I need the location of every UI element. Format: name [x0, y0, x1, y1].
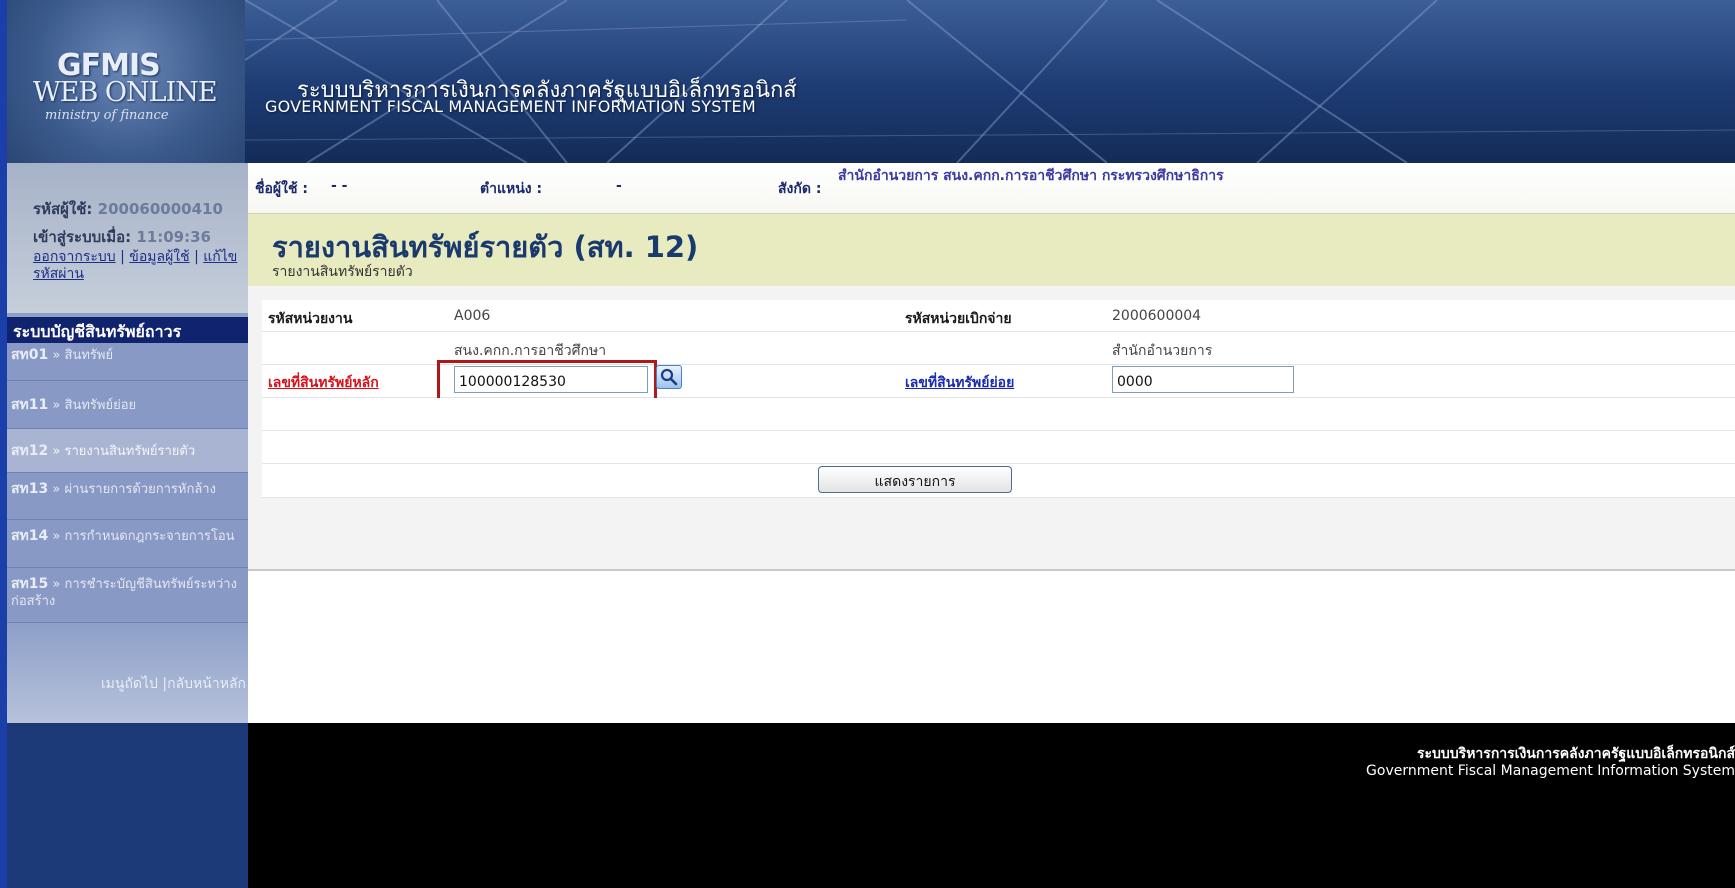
menu-arrow: »	[52, 348, 61, 363]
menu-arrow: »	[52, 482, 61, 497]
footer: ระบบบริหารการเงินการคลังภาครัฐแบบอิเล็กท…	[248, 723, 1735, 888]
agency-name: สนง.คกก.การอาชีวศึกษา	[454, 343, 607, 359]
menu-code: สท14	[11, 528, 49, 544]
info-position-label: ตำแหน่ง :	[480, 181, 543, 197]
main-asset-number-input[interactable]	[454, 366, 648, 393]
info-position-value: -	[616, 178, 622, 194]
footer-text-english: Government Fiscal Management Information…	[1366, 763, 1735, 779]
form-row-empty-1	[262, 398, 1735, 431]
sub-asset-number-input[interactable]	[1112, 366, 1294, 393]
sidebar: รหัสผู้ใช้: 200060000410 เข้าสู่ระบบเมื่…	[7, 163, 248, 723]
footer-text-thai: ระบบบริหารการเงินการคลังภาครัฐแบบอิเล็กท…	[1416, 746, 1735, 762]
user-links: ออกจากระบบ | ข้อมูลผู้ใช้ | แก้ไขรหัสผ่า…	[33, 249, 248, 283]
menu-arrow: »	[52, 398, 61, 413]
agency-code-label: รหัสหน่วยงาน	[268, 311, 353, 327]
report-form: รหัสหน่วยงาน A006 รหัสหน่วยเบิกจ่าย 2000…	[262, 300, 1735, 498]
info-org-label: สังกัด :	[778, 181, 822, 197]
footer-left-block	[7, 723, 248, 888]
info-user-label: ชื่อผู้ใช้ :	[255, 181, 308, 197]
info-user-value: - -	[331, 178, 348, 194]
menu-label: รายงานสินทรัพย์รายตัว	[64, 444, 196, 459]
sidebar-item-st15[interactable]: สท15 » การชำระบัญชีสินทรัพย์ระหว่างก่อสร…	[7, 568, 248, 623]
login-time-label: เข้าสู่ระบบเมื่อ:	[33, 228, 132, 246]
disbursing-unit-label: รหัสหน่วยเบิกจ่าย	[905, 311, 1012, 327]
show-report-button[interactable]: แสดงรายการ	[818, 466, 1012, 493]
agency-code-value: A006	[454, 308, 491, 324]
disbursing-unit-name: สำนักอำนวยการ	[1112, 343, 1213, 359]
form-row-codes: รหัสหน่วยงาน A006 รหัสหน่วยเบิกจ่าย 2000…	[262, 300, 1735, 332]
login-time-value: 11:09:36	[136, 228, 211, 246]
menu-arrow: »	[52, 577, 61, 592]
user-id-label: รหัสผู้ใช้:	[33, 200, 93, 218]
menu-code: สท12	[11, 443, 49, 459]
logo-web-online-text: WEB ONLINE	[33, 77, 218, 108]
user-id-value: 200060000410	[97, 200, 223, 218]
header-banner: GFMIS WEB ONLINE ministry of finance ระบ…	[7, 0, 1735, 163]
user-info-link[interactable]: ข้อมูลผู้ใช้	[129, 249, 189, 265]
gfmis-logo[interactable]: GFMIS WEB ONLINE ministry of finance	[7, 0, 245, 163]
sidebar-item-st12[interactable]: สท12 » รายงานสินทรัพย์รายตัว	[7, 429, 248, 473]
page-subtitle: รายงานสินทรัพย์รายตัว	[272, 264, 413, 280]
login-time-row: เข้าสู่ระบบเมื่อ: 11:09:36	[33, 225, 211, 249]
header-background-lines	[244, 0, 1735, 163]
menu-arrow: »	[52, 444, 61, 459]
header-title-english: GOVERNMENT FISCAL MANAGEMENT INFORMATION…	[265, 97, 756, 116]
menu-label: ผ่านรายการด้วยการหักล้าง	[64, 482, 216, 497]
link-separator: |	[120, 249, 125, 265]
form-row-asset-numbers: เลขที่สินทรัพย์หลัก เลขที่สินทรัพย์ย่อย	[262, 360, 1735, 402]
sidebar-item-st01[interactable]: สท01 » สินทรัพย์	[7, 343, 248, 381]
main-content: รหัสหน่วยงาน A006 รหัสหน่วยเบิกจ่าย 2000…	[248, 286, 1735, 571]
user-id-row: รหัสผู้ใช้: 200060000410	[33, 197, 223, 221]
sidebar-item-st11[interactable]: สท11 » สินทรัพย์ย่อย	[7, 381, 248, 429]
user-info-bar: ชื่อผู้ใช้ : - - ตำแหน่ง : - สังกัด : สำ…	[248, 163, 1735, 214]
logout-link[interactable]: ออกจากระบบ	[33, 249, 116, 265]
sidebar-item-st13[interactable]: สท13 » ผ่านรายการด้วยการหักล้าง	[7, 473, 248, 520]
asset-search-button[interactable]	[656, 365, 682, 389]
sidebar-item-st14[interactable]: สท14 » การกำหนดกฎกระจายการโอน	[7, 520, 248, 568]
menu-code: สท01	[11, 347, 49, 363]
form-row-empty-2	[262, 431, 1735, 464]
user-panel: รหัสผู้ใช้: 200060000410 เข้าสู่ระบบเมื่…	[7, 163, 248, 313]
sub-asset-number-link[interactable]: เลขที่สินทรัพย์ย่อย	[905, 372, 1014, 394]
menu-title: ระบบบัญชีสินทรัพย์ถาวร	[7, 317, 248, 343]
link-separator: |	[194, 249, 199, 265]
menu-label: การกำหนดกฎกระจายการโอน	[64, 529, 235, 544]
form-row-actions: แสดงรายการ	[262, 464, 1735, 498]
title-band: รายงานสินทรัพย์รายตัว (สท. 12) รายงานสิน…	[248, 214, 1735, 286]
menu-code: สท13	[11, 481, 49, 497]
search-icon	[660, 368, 678, 386]
logo-ministry-text: ministry of finance	[45, 108, 169, 123]
info-org-value: สำนักอำนวยการ สนง.คกก.การอาชีวศึกษา กระท…	[838, 168, 1224, 184]
menu-code: สท11	[11, 397, 49, 413]
left-edge-strip	[0, 0, 7, 888]
menu-arrow: »	[52, 529, 61, 544]
page: GFMIS WEB ONLINE ministry of finance ระบ…	[0, 0, 1735, 888]
main-asset-number-link[interactable]: เลขที่สินทรัพย์หลัก	[268, 372, 379, 394]
menu-label: สินทรัพย์	[64, 348, 114, 363]
menu-code: สท15	[11, 576, 49, 592]
menu-label: สินทรัพย์ย่อย	[64, 398, 137, 413]
sidebar-footer-links[interactable]: เมนูถัดไป |กลับหน้าหลัก	[101, 673, 246, 695]
disbursing-unit-value: 2000600004	[1112, 308, 1202, 324]
